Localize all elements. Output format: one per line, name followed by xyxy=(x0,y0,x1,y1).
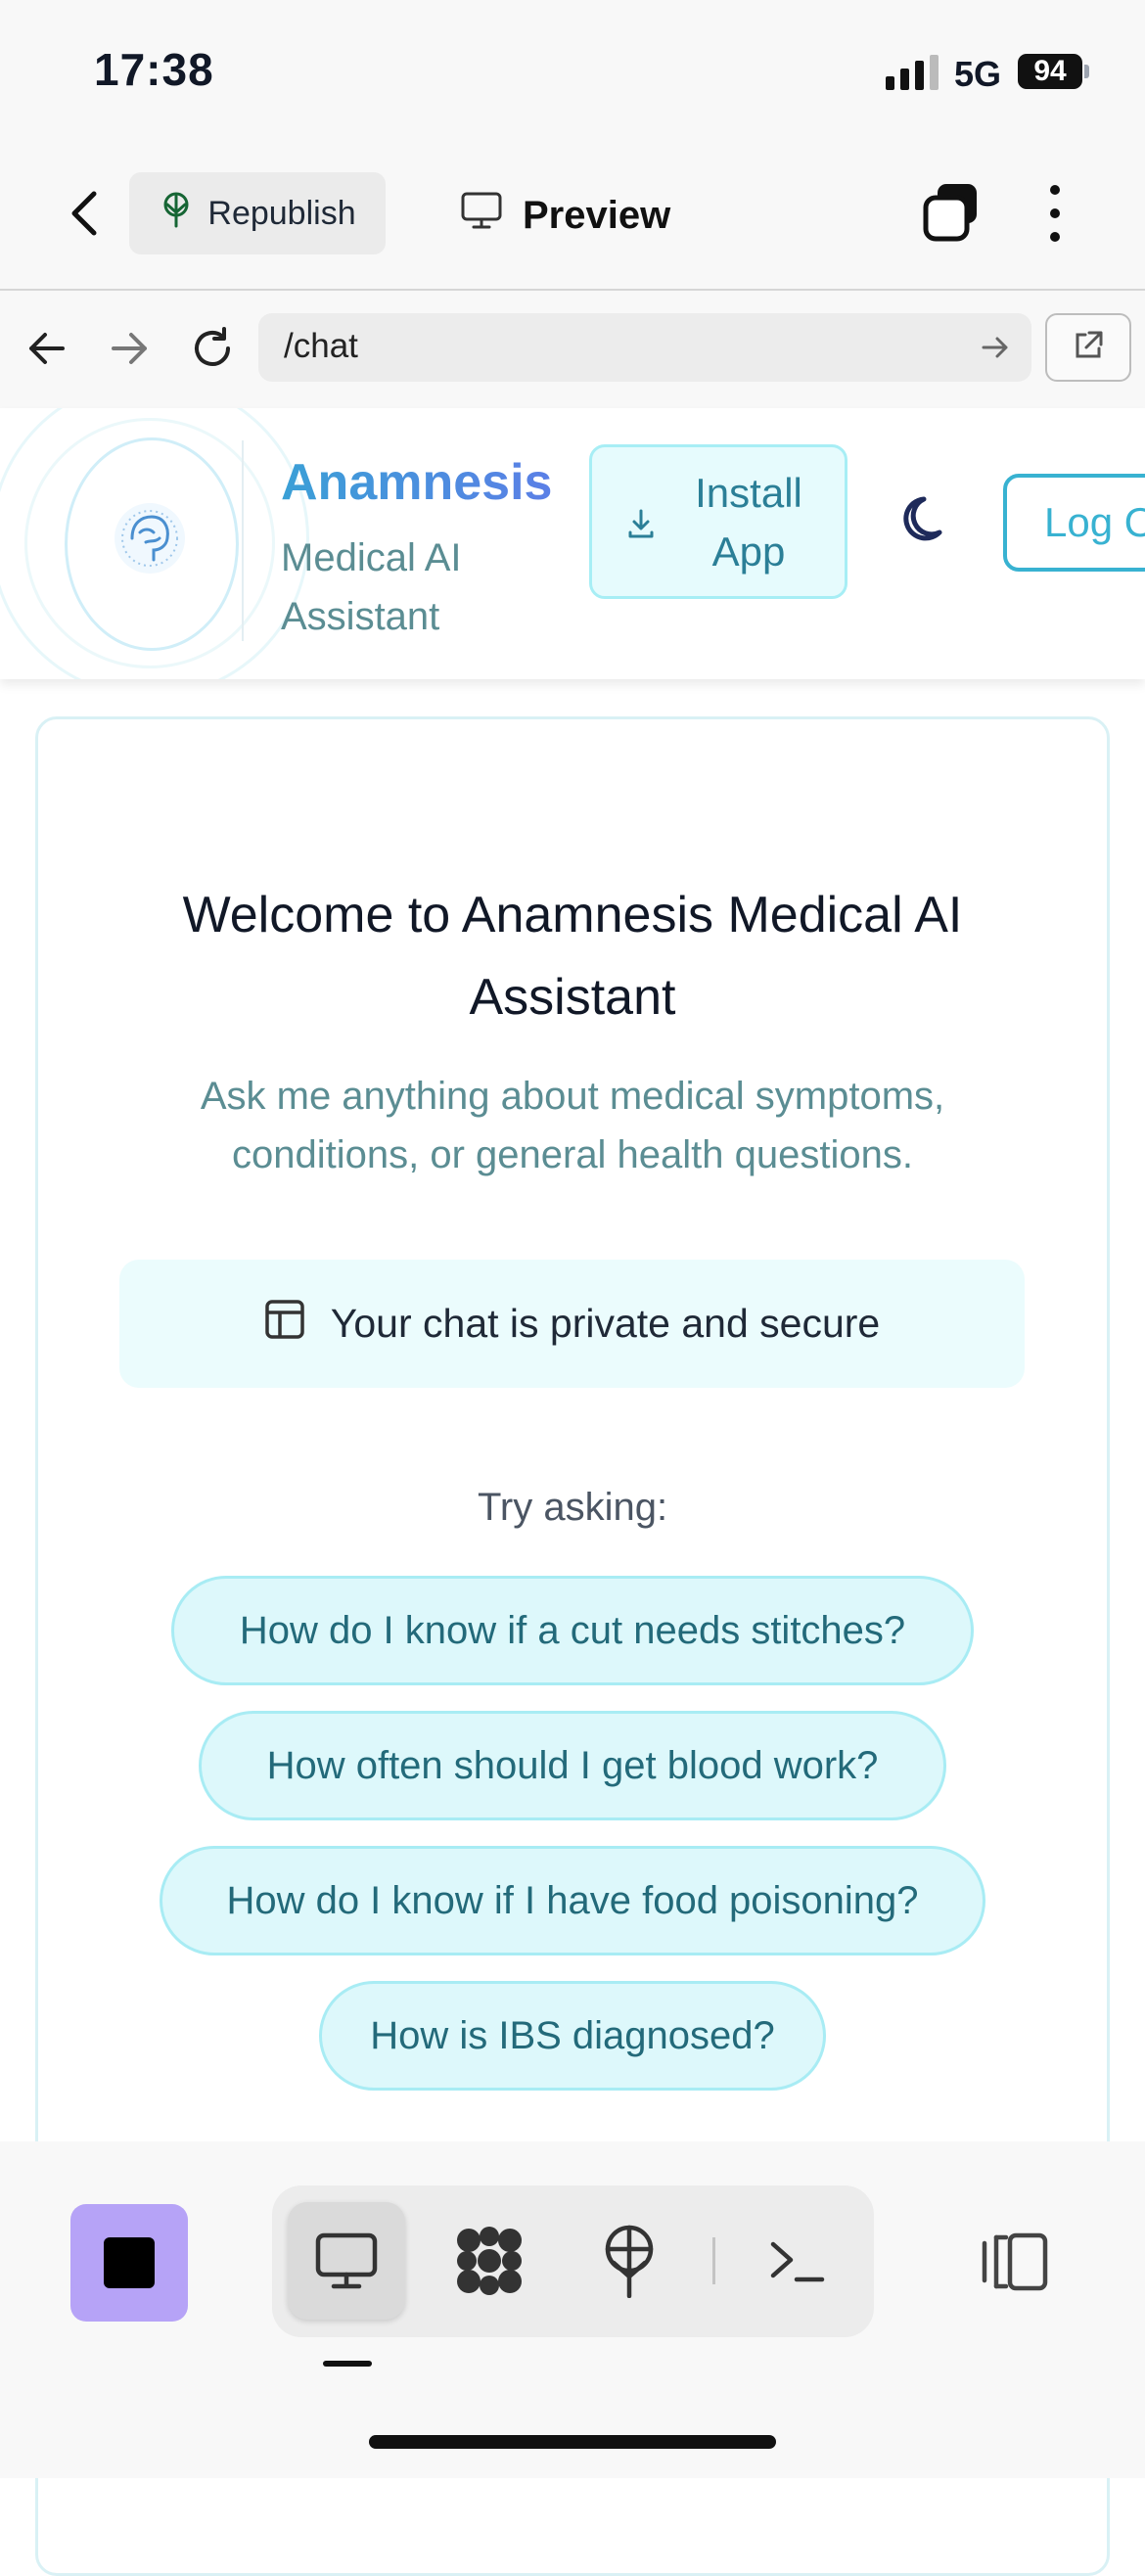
arrow-right-icon[interactable] xyxy=(108,327,151,370)
brand-tagline: Medical AI Assistant xyxy=(281,536,462,638)
suggestion-chip[interactable]: How often should I get blood work? xyxy=(199,1711,946,1820)
privacy-text: Your chat is private and secure xyxy=(330,1301,881,1346)
open-external-button[interactable] xyxy=(1045,313,1131,382)
arrow-left-icon[interactable] xyxy=(25,327,69,370)
suggestion-chip[interactable]: How do I know if I have food poisoning? xyxy=(160,1846,985,1955)
suggestion-chip[interactable]: How do I know if a cut needs stitches? xyxy=(171,1576,974,1685)
preview-label: Preview xyxy=(523,193,671,237)
stop-icon xyxy=(104,2237,155,2288)
republish-label: Republish xyxy=(207,194,356,232)
battery-icon: 94 xyxy=(1018,54,1082,89)
url-input[interactable] xyxy=(258,313,1031,382)
battery-tip xyxy=(1084,65,1089,78)
stop-button[interactable] xyxy=(70,2204,188,2322)
deploy-icon[interactable] xyxy=(580,2212,678,2310)
terminal-icon[interactable] xyxy=(748,2212,846,2310)
welcome-title: Welcome to Anamnesis Medical AI Assistan… xyxy=(182,887,963,1026)
try-asking-label: Try asking: xyxy=(477,1486,668,1529)
pattern-icon[interactable] xyxy=(440,2212,538,2310)
download-icon xyxy=(626,507,656,540)
header-divider xyxy=(242,440,244,641)
network-type: 5G xyxy=(954,54,1002,94)
sprout-icon xyxy=(159,191,194,237)
logout-button[interactable]: Log Out xyxy=(1003,474,1145,572)
site-header xyxy=(0,408,1145,679)
reload-icon[interactable] xyxy=(189,325,236,372)
external-link-icon xyxy=(1072,329,1105,367)
preview-button[interactable]: Preview xyxy=(460,176,670,254)
tabs-icon[interactable] xyxy=(920,180,981,245)
url-text: /chat xyxy=(284,327,358,365)
brand-name[interactable]: Anamnesis xyxy=(281,453,552,512)
install-app-label: Install App xyxy=(695,470,802,575)
active-view-indicator xyxy=(323,2361,372,2367)
back-chevron-icon[interactable] xyxy=(63,186,106,241)
suggestion-chip[interactable]: How is IBS diagnosed? xyxy=(319,1981,826,2091)
view-switcher-divider xyxy=(712,2237,715,2284)
layout-icon xyxy=(264,1299,305,1350)
monitor-icon xyxy=(460,191,503,240)
welcome-subtitle: Ask me anything about medical symptoms, … xyxy=(200,1075,945,1176)
home-indicator xyxy=(369,2435,776,2449)
moon-icon[interactable] xyxy=(898,491,957,550)
panel-toggle-icon[interactable] xyxy=(979,2231,1051,2292)
go-arrow-icon[interactable] xyxy=(981,333,1010,362)
privacy-notice: Your chat is private and secure xyxy=(119,1260,1025,1388)
signal-icon xyxy=(886,55,939,90)
republish-button[interactable]: Republish xyxy=(129,172,386,254)
brain-logo-icon xyxy=(111,499,189,577)
monitor-icon[interactable] xyxy=(298,2212,395,2310)
more-vertical-icon[interactable] xyxy=(1043,182,1067,245)
status-time: 17:38 xyxy=(94,44,214,95)
